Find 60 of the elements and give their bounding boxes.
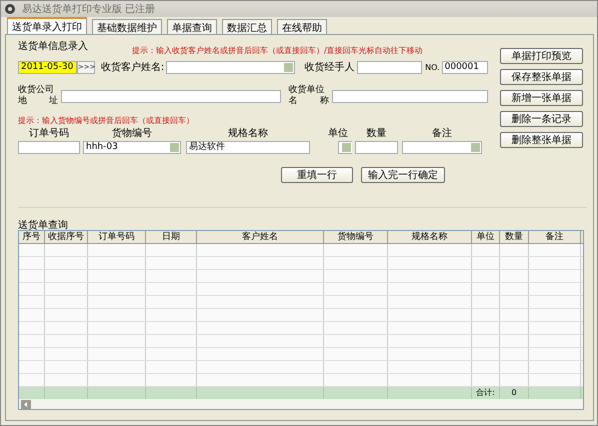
total-value: 0 [511, 388, 517, 397]
item-combo[interactable]: hhh-03 [83, 141, 181, 154]
customer-label: 收货客户姓名: [100, 60, 166, 74]
column-label: 货物编号 [112, 126, 152, 140]
address-field[interactable] [61, 90, 281, 102]
column-header[interactable]: 备注 [529, 231, 581, 243]
column-header[interactable]: 收据序号 [45, 231, 88, 243]
item-combo[interactable] [338, 141, 352, 154]
dropdown-icon[interactable] [169, 142, 180, 153]
dropdown-icon[interactable] [341, 142, 352, 153]
tab[interactable]: 在线帮助 [277, 19, 327, 34]
action-button[interactable]: 删除一条记录 [500, 111, 583, 127]
tab[interactable]: 数据汇总 [222, 19, 272, 34]
item-field[interactable] [355, 141, 398, 154]
number-field[interactable]: 000001 [442, 60, 488, 74]
unit-name-label: 名 [288, 96, 298, 107]
column-header[interactable]: 客户姓名 [197, 231, 324, 243]
handler-label: 收货经手人 [304, 60, 356, 74]
column-header[interactable]: 数量 [500, 231, 529, 243]
action-button[interactable]: 单据打印预览 [500, 48, 583, 64]
action-button[interactable]: 输入完一行确定 [361, 167, 445, 183]
window-title: 易达送货单打印专业版 已注册 [22, 2, 156, 16]
unit-name-label: 收货单位 [288, 85, 326, 96]
action-button[interactable]: 重填一行 [281, 167, 353, 183]
address-label: 地 [18, 96, 27, 107]
section-title: 送货单查询 [18, 218, 69, 230]
action-button[interactable]: 保存整张单据 [500, 69, 583, 85]
scrollbar[interactable] [19, 399, 583, 409]
item-field[interactable] [18, 141, 80, 154]
address-label: 收货公司 [18, 85, 55, 96]
address-label: 址 [49, 96, 58, 107]
column-label: 数量 [366, 127, 386, 140]
column-label: 备注 [432, 126, 452, 140]
handler-field[interactable] [356, 60, 422, 74]
column-header[interactable]: 序号 [19, 231, 45, 243]
unit-name-label: 称 [320, 96, 329, 107]
column-label: 订单号码 [29, 126, 69, 140]
dropdown-icon[interactable] [470, 142, 481, 153]
item-combo[interactable] [402, 141, 482, 154]
column-label: 规格名称 [228, 126, 268, 140]
customer-combo[interactable] [166, 60, 294, 74]
column-label: 单位 [328, 126, 348, 140]
column-header[interactable]: 日期 [146, 231, 197, 243]
unit-name-field[interactable] [332, 90, 488, 102]
tab[interactable]: 基础数据维护 [92, 19, 162, 34]
column-header[interactable]: 单位 [472, 231, 500, 243]
hint-text: 提示：输入货物编号或拼音后回车（或直接回车） [18, 115, 195, 126]
action-button[interactable]: 新增一张单据 [500, 90, 583, 106]
column-header[interactable]: 货物编号 [324, 231, 388, 243]
dropdown-icon[interactable] [282, 62, 294, 72]
column-header[interactable]: 订单号码 [88, 231, 146, 243]
column-header[interactable]: 规格名称 [388, 231, 472, 243]
section-title: 送货单信息录入 [18, 40, 88, 54]
hint-text: 提示：输入收货客户姓名或拼音后回车（或直接回车）/直接回车光标自动往下移动 [132, 45, 423, 57]
date-field[interactable]: 2011-05-30 [18, 60, 77, 74]
number-label: NO. [424, 62, 441, 72]
action-button[interactable]: 删除整张单据 [500, 132, 583, 148]
tab[interactable]: 单据查询 [167, 19, 217, 34]
total-label: 合计: [476, 388, 495, 397]
item-field[interactable]: 易达软件 [186, 141, 310, 154]
